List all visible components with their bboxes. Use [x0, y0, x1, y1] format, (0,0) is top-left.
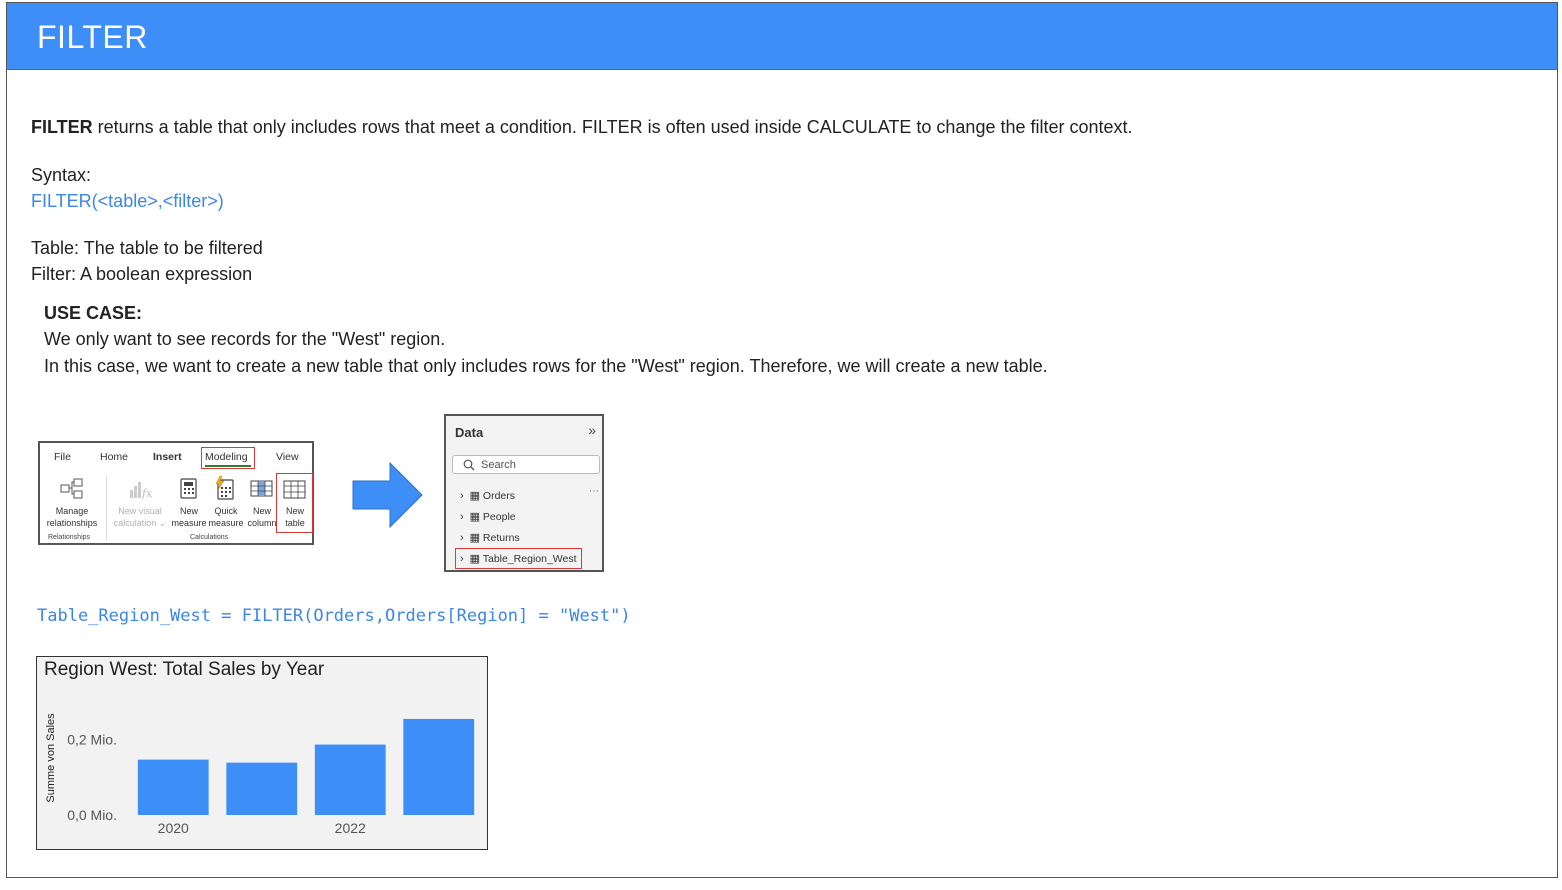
- data-search-input[interactable]: Search: [452, 455, 600, 474]
- quick-measure-label-2: measure: [208, 518, 244, 528]
- data-pane-title: Data: [455, 425, 484, 440]
- x-tick-label: 2020: [158, 820, 189, 836]
- data-item-label: Returns: [482, 532, 520, 544]
- use-case-line-1: We only want to see records for the "Wes…: [44, 329, 446, 349]
- modeling-underline: [205, 465, 251, 467]
- right-arrow-icon: [352, 462, 423, 528]
- intro-keyword: FILTER: [31, 117, 93, 137]
- chevron-right-icon: ›: [460, 490, 464, 502]
- modeling-ribbon-screenshot: File Home Insert Modeling View Manage re…: [38, 441, 314, 545]
- bar-2021[interactable]: [226, 762, 298, 815]
- quick-measure-icon: [215, 476, 234, 500]
- new-measure-label-1: New: [179, 506, 198, 516]
- ribbon-separator: [106, 475, 107, 541]
- new-column-icon: [250, 480, 273, 497]
- data-item-label: People: [482, 511, 516, 523]
- bar-2020[interactable]: [137, 759, 209, 815]
- bar-2023[interactable]: [403, 718, 475, 815]
- search-icon: [463, 459, 475, 471]
- table-region-west-highlight: [455, 548, 582, 569]
- tab-file[interactable]: File: [54, 451, 71, 463]
- page-title: FILTER: [37, 19, 148, 55]
- svg-text:fx: fx: [141, 487, 152, 500]
- x-tick-label: 2022: [335, 820, 366, 836]
- search-placeholder: Search: [481, 459, 516, 471]
- new-column-label-2: column: [247, 518, 277, 528]
- visual-calculation-icon: fx: [130, 482, 152, 500]
- manage-label-2: relationships: [46, 518, 98, 528]
- sales-chart: Region West: Total Sales by Year Summe v…: [36, 656, 488, 850]
- syntax-code: FILTER(<table>,<filter>): [31, 191, 224, 211]
- param-table: Table: The table to be filtered: [31, 238, 263, 258]
- syntax-label: Syntax:: [31, 165, 92, 185]
- data-item-returns[interactable]: › ▦ Returns: [460, 531, 520, 544]
- use-case-heading: USE CASE:: [44, 303, 143, 323]
- data-item-label: Orders: [482, 490, 516, 502]
- dax-formula: Table_Region_West = FILTER(Orders,Orders…: [37, 606, 631, 626]
- data-item-orders[interactable]: › ▦ Orders: [460, 489, 515, 502]
- param-filter: Filter: A boolean expression: [31, 264, 253, 284]
- data-pane-screenshot: Data » Search › ▦ Orders ⋯ › ▦ People › …: [444, 414, 604, 572]
- intro-paragraph: FILTER returns a table that only include…: [31, 114, 1133, 140]
- tab-home[interactable]: Home: [100, 451, 128, 463]
- more-options-icon[interactable]: ⋯: [589, 486, 599, 497]
- manage-label-1: Manage: [55, 506, 89, 516]
- chevron-right-icon: ›: [460, 511, 464, 523]
- new-visual-calculation-button[interactable]: New visual calculation ⌄: [112, 505, 168, 529]
- new-visual-label-2: calculation ⌄: [113, 518, 167, 528]
- new-column-label-1: New: [252, 506, 271, 516]
- collapse-chevrons-icon[interactable]: »: [588, 422, 596, 438]
- title-bar: FILTER: [7, 3, 1557, 70]
- tab-insert[interactable]: Insert: [153, 451, 182, 463]
- manage-relationships-icon: [60, 478, 83, 499]
- new-column-button[interactable]: New column: [244, 505, 280, 529]
- y-tick-label: 0,0 Mio.: [67, 807, 117, 823]
- table-icon: ▦: [469, 490, 480, 502]
- y-tick-label: 0,2 Mio.: [67, 732, 117, 748]
- chevron-right-icon: ›: [460, 532, 464, 544]
- data-item-people[interactable]: › ▦ People: [460, 510, 516, 523]
- table-icon: ▦: [469, 511, 480, 523]
- new-table-highlight: [276, 473, 313, 533]
- bar-2022[interactable]: [314, 744, 386, 815]
- chart-plot: Summe von Sales 0,0 Mio. 0,2 Mio. 2020 2022: [45, 713, 475, 836]
- use-case-line-2: In this case, we want to create a new ta…: [44, 356, 1048, 376]
- intro-text: returns a table that only includes rows …: [92, 117, 1133, 137]
- quick-measure-label-1: Quick: [214, 506, 238, 516]
- new-visual-label-1: New visual: [118, 506, 162, 516]
- group-calculations: Calculations: [190, 534, 229, 541]
- quick-measure-button[interactable]: Quick measure: [206, 505, 246, 529]
- group-relationships: Relationships: [48, 534, 91, 541]
- calculator-icon: [180, 478, 197, 499]
- new-measure-label-2: measure: [171, 518, 207, 528]
- new-measure-button[interactable]: New measure: [169, 505, 209, 529]
- table-icon: ▦: [469, 532, 480, 544]
- manage-relationships-button[interactable]: Manage relationships: [42, 505, 102, 529]
- tab-view[interactable]: View: [276, 451, 299, 463]
- y-axis-label: Summe von Sales: [45, 713, 57, 803]
